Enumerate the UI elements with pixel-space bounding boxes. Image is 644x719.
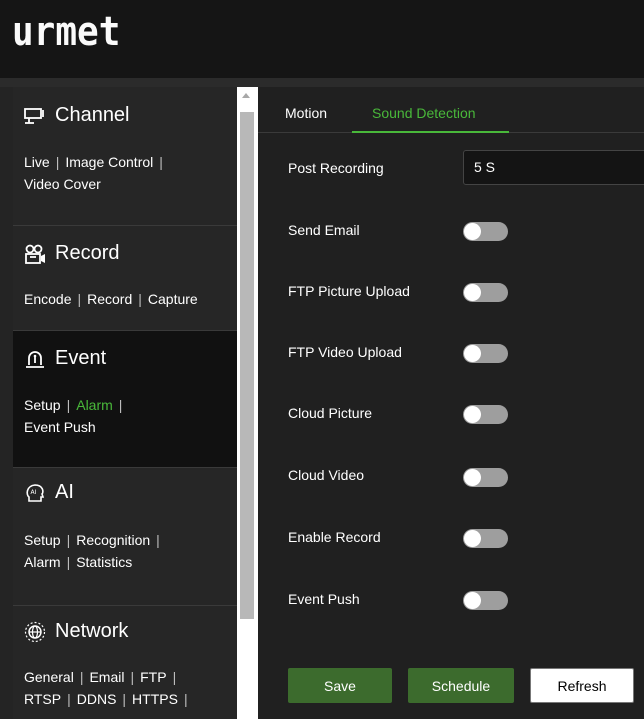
sidebar-heading-ai[interactable]: AI AI	[24, 481, 74, 504]
sidebar-links-network: General | Email | FTP | RTSP | DDNS | HTTPS |	[24, 666, 194, 710]
post-recording-value: 5 S	[474, 159, 496, 175]
link-separator: |	[79, 669, 84, 685]
sidebar-section-network: Network General | Email | FTP | RTSP | DDNS | HTT…	[13, 606, 237, 719]
svg-text:AI: AI	[31, 489, 37, 496]
sidebar-link-ftp[interactable]: FTP	[140, 669, 166, 685]
active-tab-indicator	[352, 131, 509, 133]
toggle-knob	[464, 530, 481, 547]
enable-record-toggle[interactable]	[463, 529, 508, 548]
sidebar-links-record: Encode | Record | Capture	[24, 288, 198, 310]
ftp-picture-upload-toggle[interactable]	[463, 283, 508, 302]
link-separator: |	[77, 291, 82, 307]
link-separator: |	[66, 554, 71, 570]
send-email-toggle[interactable]	[463, 222, 508, 241]
save-button[interactable]: Save	[288, 668, 392, 703]
event-push-label: Event Push	[288, 591, 360, 607]
link-separator: |	[118, 397, 123, 413]
schedule-button[interactable]: Schedule	[408, 668, 514, 703]
post-recording-select[interactable]: 5 S	[463, 150, 644, 185]
record-icon	[25, 244, 45, 264]
sidebar-section-record: Record Encode | Record | Capture	[13, 226, 237, 331]
link-separator: |	[66, 532, 71, 548]
sidebar-link-ddns[interactable]: DDNS	[77, 691, 117, 707]
tab-motion[interactable]: Motion	[285, 105, 327, 121]
sidebar-link-video-cover[interactable]: Video Cover	[24, 176, 101, 192]
ai-head-icon: AI	[26, 483, 45, 502]
cloud-video-label: Cloud Video	[288, 467, 365, 483]
sidebar-link-record[interactable]: Record	[87, 291, 132, 307]
cloud-picture-toggle[interactable]	[463, 405, 508, 424]
sidebar-heading-label: Event	[55, 347, 107, 369]
sidebar-link-event-push[interactable]: Event Push	[24, 419, 96, 435]
link-separator: |	[172, 669, 177, 685]
sidebar-link-recognition[interactable]: Recognition	[76, 532, 150, 548]
toggle-knob	[464, 284, 481, 301]
toggle-knob	[464, 345, 481, 362]
toggle-knob	[464, 469, 481, 486]
top-strip	[0, 78, 644, 87]
top-bar: urmet	[0, 0, 644, 78]
enable-record-label: Enable Record	[288, 529, 381, 545]
sidebar-heading-event[interactable]: Event	[24, 347, 106, 370]
sidebar-link-ai-setup[interactable]: Setup	[24, 532, 61, 548]
sidebar-section-channel: Channel Live | Image Control | Video Cover	[13, 87, 237, 226]
monitor-icon	[24, 107, 44, 124]
link-separator: |	[55, 154, 60, 170]
toggle-knob	[464, 223, 481, 240]
sidebar-heading-label: Record	[55, 242, 120, 264]
sidebar-section-ai: AI AI Setup | Recognition | Alarm | Statistic…	[13, 468, 237, 606]
cloud-video-toggle[interactable]	[463, 468, 508, 487]
sidebar-link-encode[interactable]: Encode	[24, 291, 71, 307]
sidebar-link-ai-alarm[interactable]: Alarm	[24, 554, 61, 570]
link-separator: |	[159, 154, 163, 170]
sidebar-link-rtsp[interactable]: RTSP	[24, 691, 61, 707]
sidebar: Channel Live | Image Control | Video Cover …	[0, 87, 258, 719]
sidebar-link-general[interactable]: General	[24, 669, 74, 685]
toggle-knob	[464, 406, 481, 423]
event-push-toggle[interactable]	[463, 591, 508, 610]
sidebar-heading-record[interactable]: Record	[24, 242, 119, 265]
main-panel: Motion Sound Detection Post Recording 5 …	[258, 87, 644, 719]
link-separator: |	[66, 397, 71, 413]
link-separator: |	[138, 291, 142, 307]
sidebar-menu: Channel Live | Image Control | Video Cover …	[13, 87, 237, 719]
post-recording-label: Post Recording	[288, 160, 384, 176]
tab-bar: Motion Sound Detection	[258, 87, 644, 133]
refresh-button[interactable]: Refresh	[530, 668, 634, 703]
ftp-picture-upload-label: FTP Picture Upload	[288, 283, 410, 299]
toggle-knob	[464, 592, 481, 609]
sidebar-link-alarm[interactable]: Alarm	[76, 397, 113, 413]
sidebar-section-event: Event Setup | Alarm | Event Push	[13, 331, 237, 468]
network-globe-icon	[24, 621, 46, 642]
sidebar-links-event: Setup | Alarm | Event Push	[24, 394, 128, 438]
sidebar-heading-channel[interactable]: Channel	[24, 104, 130, 127]
sidebar-link-setup[interactable]: Setup	[24, 397, 61, 413]
sidebar-link-live[interactable]: Live	[24, 154, 50, 170]
sidebar-heading-label: Network	[55, 620, 129, 642]
link-separator: |	[122, 691, 127, 707]
sidebar-links-channel: Live | Image Control | Video Cover	[24, 151, 169, 195]
link-separator: |	[183, 691, 188, 707]
ftp-video-upload-toggle[interactable]	[463, 344, 508, 363]
link-separator: |	[130, 669, 135, 685]
send-email-label: Send Email	[288, 222, 360, 238]
alarm-light-icon	[26, 350, 44, 368]
sidebar-link-statistics[interactable]: Statistics	[76, 554, 132, 570]
cloud-picture-label: Cloud Picture	[288, 405, 373, 421]
link-separator: |	[67, 691, 71, 707]
sidebar-link-https[interactable]: HTTPS	[132, 691, 178, 707]
tab-sound-detection[interactable]: Sound Detection	[372, 105, 476, 121]
link-separator: |	[156, 532, 160, 548]
sidebar-scroll-thumb[interactable]	[240, 112, 254, 619]
sidebar-link-email[interactable]: Email	[89, 669, 124, 685]
sidebar-links-ai: Setup | Recognition | Alarm | Statistics	[24, 529, 166, 573]
sidebar-link-capture[interactable]: Capture	[148, 291, 198, 307]
sidebar-link-image-control[interactable]: Image Control	[65, 154, 153, 170]
sidebar-heading-label: Channel	[55, 104, 130, 126]
urmet-logo: urmet	[12, 9, 121, 55]
sidebar-heading-label: AI	[55, 481, 74, 503]
sidebar-heading-network[interactable]: Network	[24, 620, 128, 643]
ftp-video-upload-label: FTP Video Upload	[288, 344, 402, 360]
scroll-up-arrow-icon[interactable]	[242, 93, 250, 98]
